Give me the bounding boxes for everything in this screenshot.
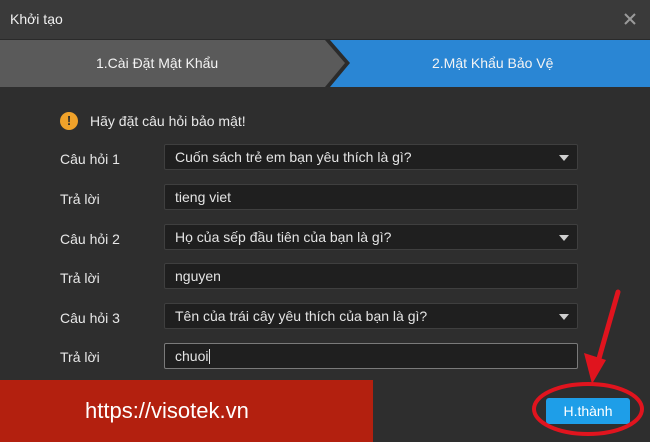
- answer-1-value: tieng viet: [175, 189, 232, 205]
- text-cursor: [209, 349, 211, 364]
- question-2-label: Câu hỏi 2: [60, 231, 120, 247]
- window-title: Khởi tạo: [10, 11, 63, 27]
- question-3-label: Câu hỏi 3: [60, 310, 120, 326]
- title-bar: Khởi tạo: [0, 0, 650, 40]
- watermark-url: https://visotek.vn: [85, 398, 249, 423]
- wizard-steps: 1.Cài Đặt Mật Khẩu 2.Mật Khẩu Bảo Vệ: [0, 40, 650, 87]
- question-2-select[interactable]: Họ của sếp đầu tiên của bạn là gì?: [164, 224, 578, 250]
- warning-icon: !: [60, 112, 78, 130]
- answer-3-value: chuoi: [175, 348, 209, 364]
- watermark-banner: https://visotek.vn: [0, 380, 373, 442]
- chevron-down-icon: [559, 235, 569, 241]
- question-3-value: Tên của trái cây yêu thích của bạn là gì…: [175, 308, 428, 324]
- answer-2-value: nguyen: [175, 268, 221, 284]
- question-2-value: Họ của sếp đầu tiên của bạn là gì?: [175, 229, 392, 245]
- finish-button[interactable]: H.thành: [546, 398, 630, 424]
- question-1-label: Câu hỏi 1: [60, 151, 120, 167]
- chevron-down-icon: [559, 314, 569, 320]
- answer-2-label: Trả lời: [60, 270, 100, 286]
- answer-1-input[interactable]: tieng viet: [164, 184, 578, 210]
- question-1-value: Cuốn sách trẻ em bạn yêu thích là gì?: [175, 149, 412, 165]
- hint-text: Hãy đặt câu hỏi bảo mật!: [90, 113, 246, 129]
- step-2-label: 2.Mật Khẩu Bảo Vệ: [432, 55, 554, 71]
- question-1-select[interactable]: Cuốn sách trẻ em bạn yêu thích là gì?: [164, 144, 578, 170]
- answer-2-input[interactable]: nguyen: [164, 263, 578, 289]
- step-1-label: 1.Cài Đặt Mật Khẩu: [96, 55, 219, 71]
- question-3-select[interactable]: Tên của trái cây yêu thích của bạn là gì…: [164, 303, 578, 329]
- answer-3-input[interactable]: chuoi: [164, 343, 578, 369]
- chevron-down-icon: [559, 155, 569, 161]
- answer-1-label: Trả lời: [60, 191, 100, 207]
- close-icon[interactable]: [618, 7, 642, 31]
- answer-3-label: Trả lời: [60, 349, 100, 365]
